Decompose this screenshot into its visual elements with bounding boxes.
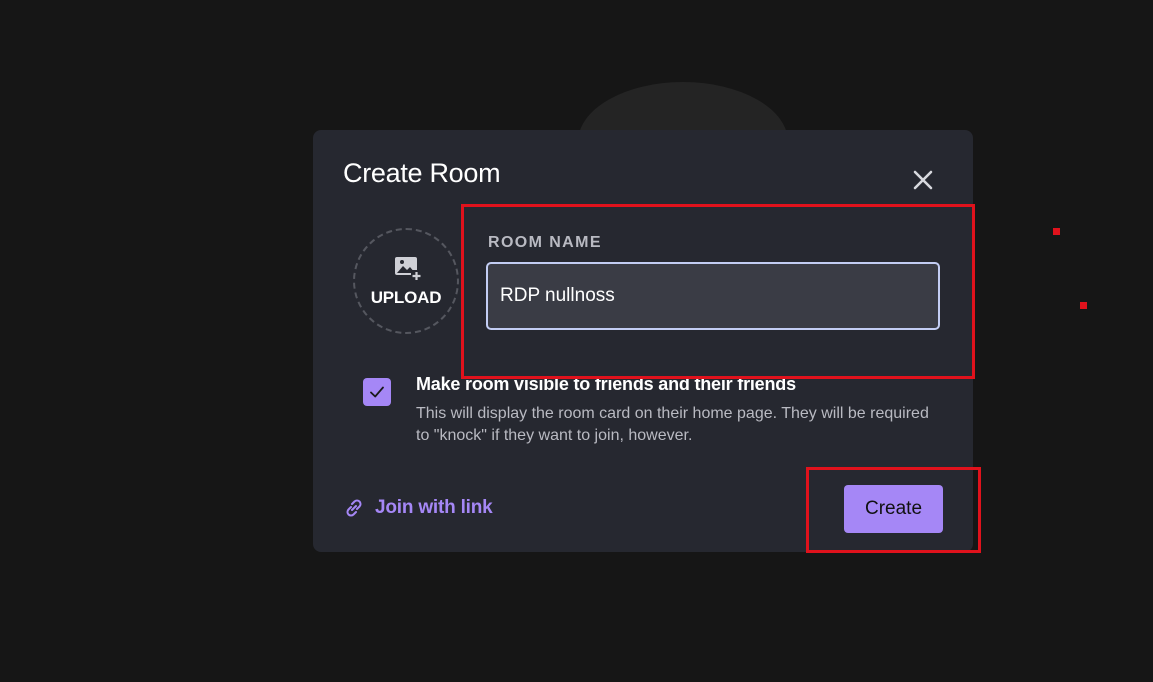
join-with-link-label: Join with link [375, 497, 493, 518]
screen: Create Room UPLOAD ROOM NAME Make room v… [0, 0, 1153, 682]
room-name-input[interactable] [486, 262, 940, 330]
upload-label: UPLOAD [370, 288, 442, 307]
check-icon [370, 386, 384, 398]
link-icon [346, 499, 362, 517]
create-button[interactable]: Create [844, 485, 943, 533]
modal-title: Create Room [343, 158, 501, 188]
visibility-title: Make room visible to friends and their f… [416, 374, 796, 394]
upload-avatar-button[interactable]: UPLOAD [353, 228, 459, 334]
image-add-icon [395, 257, 422, 281]
join-with-link[interactable]: Join with link [343, 496, 493, 520]
close-icon [913, 170, 933, 190]
red-marker [1053, 228, 1060, 235]
create-room-modal: Create Room UPLOAD ROOM NAME Make room v… [313, 130, 973, 552]
red-marker [1080, 302, 1087, 309]
room-name-label: ROOM NAME [488, 234, 602, 251]
visibility-description: This will display the room card on their… [416, 405, 929, 444]
visibility-checkbox[interactable] [363, 378, 391, 406]
close-button[interactable] [909, 166, 937, 194]
